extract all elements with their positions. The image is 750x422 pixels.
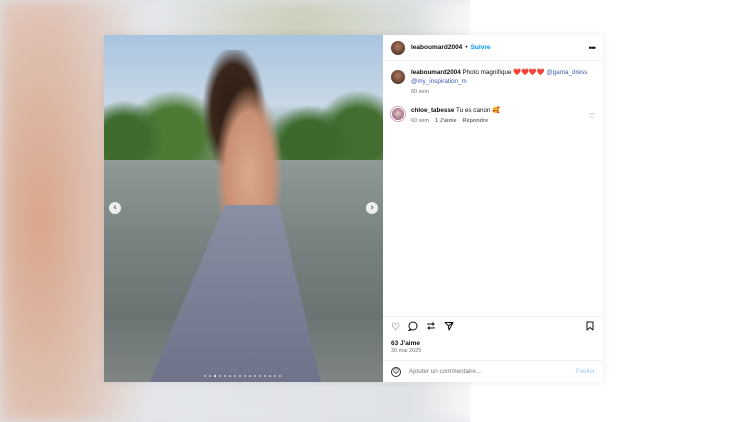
comment-input[interactable] bbox=[409, 368, 576, 375]
author-avatar[interactable] bbox=[391, 40, 405, 55]
carousel-dot bbox=[244, 375, 246, 377]
comment-body: chloe_tabesse Tu es canon 🥰 60 sem 1 J'a… bbox=[411, 107, 581, 126]
carousel-prev-button[interactable]: ‹ bbox=[109, 202, 121, 214]
more-horizontal-icon[interactable]: ••• bbox=[589, 43, 597, 53]
carousel-dot bbox=[254, 375, 256, 377]
carousel-dot bbox=[259, 375, 261, 377]
post-photo: ‹ › bbox=[104, 35, 383, 382]
caption-mention-1[interactable]: @gama_dress bbox=[546, 69, 587, 76]
post-modal: ‹ › leaboumard2004 • Suivre ••• leabouma… bbox=[104, 35, 603, 382]
likes-count[interactable]: 63 J'aime bbox=[383, 338, 603, 347]
carousel-dot bbox=[219, 375, 221, 377]
header-separator: • bbox=[465, 44, 468, 51]
comment-like-heart-icon[interactable]: ♡ bbox=[589, 112, 595, 120]
carousel-dot bbox=[214, 375, 216, 377]
comments-list: leaboumard2004 Photo magnifique ❤️❤️❤️❤️… bbox=[383, 61, 603, 316]
carousel-dot bbox=[249, 375, 251, 377]
send-icon[interactable] bbox=[444, 321, 454, 334]
comment-reply-button[interactable]: Répondre bbox=[463, 117, 489, 126]
repost-icon[interactable] bbox=[426, 321, 436, 334]
carousel-dot bbox=[274, 375, 276, 377]
follow-button[interactable]: Suivre bbox=[471, 44, 491, 51]
heart-icon[interactable]: ♡ bbox=[391, 322, 400, 333]
carousel-dot bbox=[229, 375, 231, 377]
caption-text: Photo magnifique ❤️❤️❤️❤️ bbox=[462, 69, 545, 76]
publish-button[interactable]: Publier bbox=[575, 368, 595, 375]
post-date: 30 mai 2025 bbox=[391, 348, 422, 354]
caption-author[interactable]: leaboumard2004 bbox=[411, 69, 461, 76]
caption-author-avatar[interactable] bbox=[391, 70, 405, 84]
carousel-dots bbox=[204, 375, 281, 377]
action-bar: ♡ bbox=[383, 316, 603, 338]
add-comment-bar: ☺ Publier bbox=[383, 360, 603, 382]
carousel-dot bbox=[264, 375, 266, 377]
emoji-icon[interactable]: ☺ bbox=[391, 366, 401, 377]
carousel-dot bbox=[279, 375, 281, 377]
author-username[interactable]: leaboumard2004 bbox=[411, 44, 462, 51]
post-header: leaboumard2004 • Suivre ••• bbox=[383, 35, 603, 61]
bookmark-icon[interactable] bbox=[585, 321, 595, 334]
comment-item: chloe_tabesse Tu es canon 🥰 60 sem 1 J'a… bbox=[390, 105, 595, 126]
caption-mention-2[interactable]: @my_inspiration_m bbox=[411, 78, 467, 85]
caption-body: leaboumard2004 Photo magnifique ❤️❤️❤️❤️… bbox=[411, 69, 591, 97]
comment-meta: 60 sem 1 J'aime Répondre bbox=[411, 117, 581, 126]
caption-item: leaboumard2004 Photo magnifique ❤️❤️❤️❤️… bbox=[391, 69, 595, 97]
comment-icon[interactable] bbox=[407, 321, 418, 334]
carousel-dot bbox=[224, 375, 226, 377]
carousel-dot bbox=[209, 375, 211, 377]
comment-text: Tu es canon 🥰 bbox=[456, 106, 501, 114]
commenter-avatar[interactable] bbox=[390, 105, 406, 122]
carousel-next-button[interactable]: › bbox=[366, 202, 378, 214]
carousel-dot bbox=[239, 375, 241, 377]
comment-likes[interactable]: 1 J'aime bbox=[435, 117, 457, 126]
comment-time: 60 sem bbox=[411, 118, 430, 124]
caption-time: 60 sem bbox=[411, 89, 430, 95]
carousel-dot bbox=[204, 375, 206, 377]
carousel-dot bbox=[234, 375, 236, 377]
caption-meta: 60 sem bbox=[411, 88, 591, 97]
carousel-dot bbox=[269, 375, 271, 377]
post-sidebar: leaboumard2004 • Suivre ••• leaboumard20… bbox=[383, 35, 603, 382]
comment-author[interactable]: chloe_tabesse bbox=[411, 107, 454, 114]
